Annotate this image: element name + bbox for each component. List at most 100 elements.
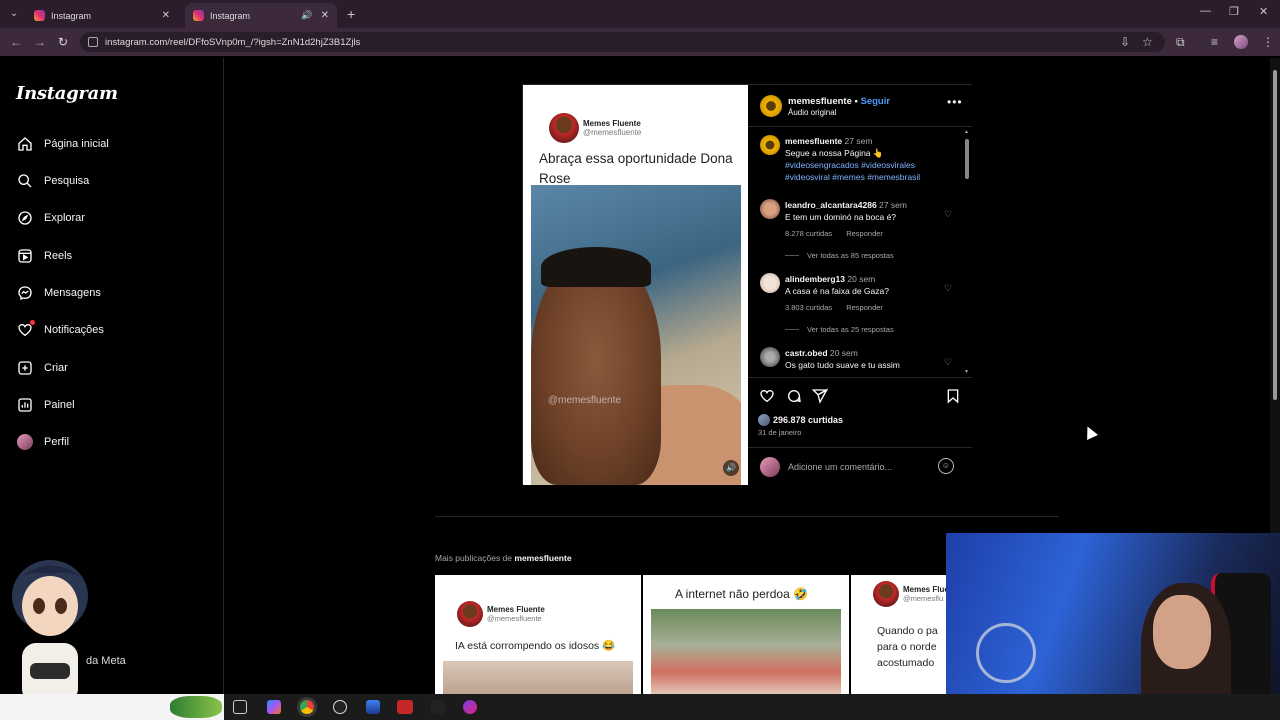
comment-user[interactable]: alindemberg13: [785, 274, 845, 284]
obs-icon[interactable]: [333, 700, 347, 714]
sidebar-item-messages[interactable]: Mensagens: [16, 281, 101, 305]
emoji-smiley-icon[interactable]: ☺: [938, 458, 954, 474]
sidebar-item-profile[interactable]: Perfil: [16, 430, 69, 454]
comments-scrollbar[interactable]: ▲ ▼: [964, 129, 970, 377]
view-replies-label: Ver todas as 25 respostas: [807, 325, 894, 334]
compass-icon: [16, 209, 34, 227]
url-input[interactable]: instagram.com/reel/DFfoSVnp0m_/?igsh=ZnN…: [80, 32, 1165, 52]
extensions-icon[interactable]: ⧉: [1176, 35, 1185, 50]
close-window-icon[interactable]: ✕: [1259, 5, 1268, 18]
chrome-icon[interactable]: [300, 700, 314, 714]
discord-icon[interactable]: [463, 700, 477, 714]
instagram-logo[interactable]: Instagram: [16, 83, 118, 104]
forward-arrow-icon[interactable]: →: [34, 35, 46, 49]
task-view-icon[interactable]: [233, 700, 247, 714]
speaker-icon[interactable]: 🔊: [301, 10, 312, 21]
media-controls-icon[interactable]: ≡: [1211, 35, 1218, 49]
menu-kebab-icon[interactable]: ⋮: [1262, 35, 1274, 49]
section-divider: [435, 516, 1059, 517]
original-audio-link[interactable]: Áudio original: [788, 108, 836, 117]
sidebar-item-home[interactable]: Página inicial: [16, 132, 109, 156]
dashboard-icon: [16, 396, 34, 414]
install-app-icon[interactable]: ⇩: [1120, 35, 1130, 49]
comment-avatar[interactable]: [760, 273, 780, 293]
sidebar-item-search[interactable]: Pesquisa: [16, 169, 89, 193]
plus-square-icon: [16, 359, 34, 377]
like-heart-icon[interactable]: [759, 388, 775, 404]
comment-time: 27 sem: [844, 136, 873, 146]
reply-button[interactable]: Responder: [846, 229, 883, 238]
view-replies-label: Ver todas as 85 respostas: [807, 251, 894, 260]
restore-icon[interactable]: ❐: [1229, 5, 1239, 18]
sidebar-item-reels[interactable]: Reels: [16, 244, 72, 268]
author-avatar[interactable]: [760, 95, 782, 117]
minimize-icon[interactable]: —: [1200, 5, 1211, 17]
more-options-icon[interactable]: •••: [947, 95, 963, 109]
webcam-overlay: [946, 533, 1280, 720]
thumbnail-caption: IA está corrompendo os idosos 😂: [455, 640, 616, 652]
comment-like-heart-icon[interactable]: ♡: [944, 357, 952, 368]
taskbar-search[interactable]: [0, 694, 224, 720]
save-bookmark-icon[interactable]: [945, 388, 961, 404]
instagram-sidebar: Instagram Página inicial Pesquisa Explor…: [0, 58, 224, 720]
comment-user[interactable]: memesfluente: [785, 136, 842, 146]
stream-app-icon[interactable]: [431, 700, 445, 714]
meta-label[interactable]: da Meta: [86, 655, 126, 667]
post-actions: 296.878 curtidas 31 de janeiro: [748, 377, 972, 447]
follow-button[interactable]: Seguir: [861, 96, 891, 107]
view-replies[interactable]: Ver todas as 25 respostas: [785, 325, 894, 334]
sidebar-item-notifications[interactable]: Notificações: [16, 318, 104, 342]
close-tab-icon[interactable]: ✕: [162, 10, 170, 21]
comment-likes[interactable]: 3.803 curtidas: [785, 303, 832, 312]
thumbnail-caption: A internet não perdoa 🤣: [675, 587, 809, 601]
comment-time: 20 sem: [847, 274, 876, 284]
comment-likes[interactable]: 8.278 curtidas: [785, 229, 832, 238]
comment-bubble-icon[interactable]: [786, 388, 802, 404]
share-send-icon[interactable]: [811, 388, 829, 404]
home-icon: [16, 135, 34, 153]
comments-list: memesfluente 27 sem Segue a nossa Página…: [748, 127, 972, 377]
comment-avatar[interactable]: [760, 199, 780, 219]
more-post-thumbnail[interactable]: Memes Fluente @memesfluente IA está corr…: [435, 575, 641, 695]
sidebar-item-explore[interactable]: Explorar: [16, 206, 85, 230]
voicemeeter-icon[interactable]: [397, 700, 413, 714]
bookmark-star-icon[interactable]: ☆: [1142, 35, 1153, 49]
reply-button[interactable]: Responder: [846, 303, 883, 312]
view-replies[interactable]: Ver todas as 85 respostas: [785, 251, 894, 260]
search-icon: [16, 172, 34, 190]
post-author: memesfluente • Seguir: [788, 96, 891, 107]
tab-title: Instagram: [51, 10, 92, 21]
reload-icon[interactable]: ↻: [58, 35, 68, 49]
site-info-icon[interactable]: [88, 37, 98, 47]
sidebar-item-dashboard[interactable]: Painel: [16, 393, 75, 417]
comment-input[interactable]: Adicione um comentário...: [788, 462, 892, 472]
tab-search-icon[interactable]: ⌄: [6, 6, 22, 22]
sidebar-item-create[interactable]: Criar: [16, 356, 68, 380]
sidebar-item-label: Notificações: [44, 324, 104, 336]
comment-time: 20 sem: [829, 348, 858, 358]
messenger-icon: [16, 284, 34, 302]
copilot-icon[interactable]: [267, 700, 281, 714]
browser-tab-1[interactable]: Instagram ✕: [26, 3, 178, 28]
comment-user[interactable]: leandro_alcantara4286: [785, 200, 877, 210]
close-tab-icon[interactable]: ✕: [321, 10, 329, 21]
comment-user[interactable]: castr.obed: [785, 348, 828, 358]
new-tab-plus-icon[interactable]: +: [347, 6, 355, 22]
browser-tab-2-active[interactable]: Instagram 🔊 ✕: [185, 3, 337, 28]
comment-like-heart-icon[interactable]: ♡: [944, 283, 952, 294]
more-posts-user[interactable]: memesfluente: [514, 553, 571, 563]
reel-video[interactable]: Memes Fluente @memesfluente Abraça essa …: [523, 85, 748, 485]
likes-count[interactable]: 296.878 curtidas: [758, 414, 843, 426]
comment-avatar[interactable]: [760, 135, 780, 155]
comment-text: E tem um dominó na boca é?: [785, 212, 897, 222]
browser-profile-avatar[interactable]: [1234, 35, 1248, 49]
comment-like-heart-icon[interactable]: ♡: [944, 209, 952, 220]
more-post-thumbnail[interactable]: A internet não perdoa 🤣: [643, 575, 849, 695]
hashtags[interactable]: #videosengracados #videosvirales #videos…: [785, 160, 920, 182]
back-arrow-icon[interactable]: ←: [10, 35, 22, 49]
app-download-icon[interactable]: [366, 700, 380, 714]
comment-text: Os gato tudo suave e tu assim: [785, 360, 900, 370]
post-author-name[interactable]: memesfluente: [788, 96, 852, 107]
mute-speaker-icon[interactable]: 🔊: [723, 460, 739, 476]
comment-avatar[interactable]: [760, 347, 780, 367]
